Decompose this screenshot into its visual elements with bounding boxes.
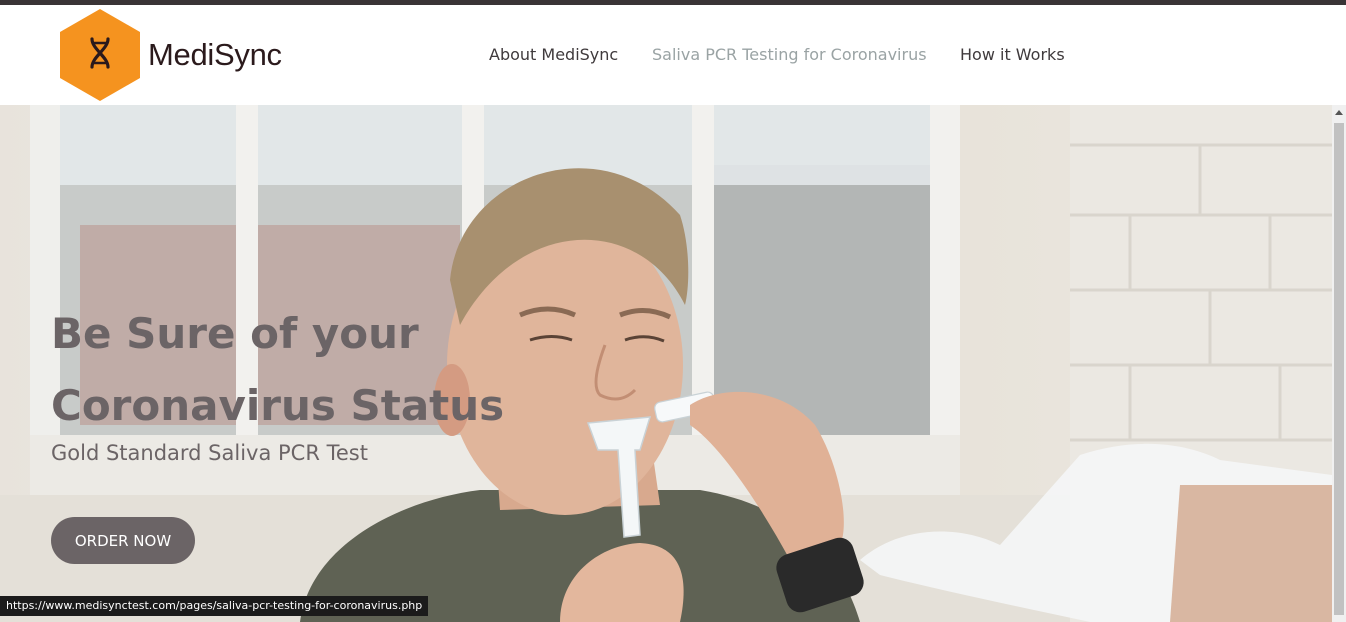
nav-about-medisync[interactable]: About MediSync (489, 45, 618, 64)
nav-saliva-pcr-testing[interactable]: Saliva PCR Testing for Coronavirus (652, 45, 927, 64)
scroll-up-arrow-icon[interactable] (1335, 110, 1343, 115)
headline-line-2: Coronavirus Status (51, 381, 505, 430)
hero-headline: Be Sure of your Coronavirus Status (51, 298, 571, 442)
order-now-button[interactable]: ORDER NOW (51, 517, 195, 564)
hero-subheadline: Gold Standard Saliva PCR Test (51, 441, 368, 465)
nav-how-it-works[interactable]: How it Works (960, 45, 1065, 64)
hero-banner: Be Sure of your Coronavirus Status Gold … (0, 105, 1332, 622)
headline-line-1: Be Sure of your (51, 309, 419, 358)
status-bar-url: https://www.medisynctest.com/pages/saliv… (0, 596, 429, 616)
vertical-scrollbar[interactable] (1332, 105, 1346, 622)
scrollbar-thumb[interactable] (1334, 123, 1344, 615)
site-header: MediSync About MediSync Saliva PCR Testi… (0, 5, 1346, 105)
main-nav: About MediSync Saliva PCR Testing for Co… (0, 45, 1346, 69)
